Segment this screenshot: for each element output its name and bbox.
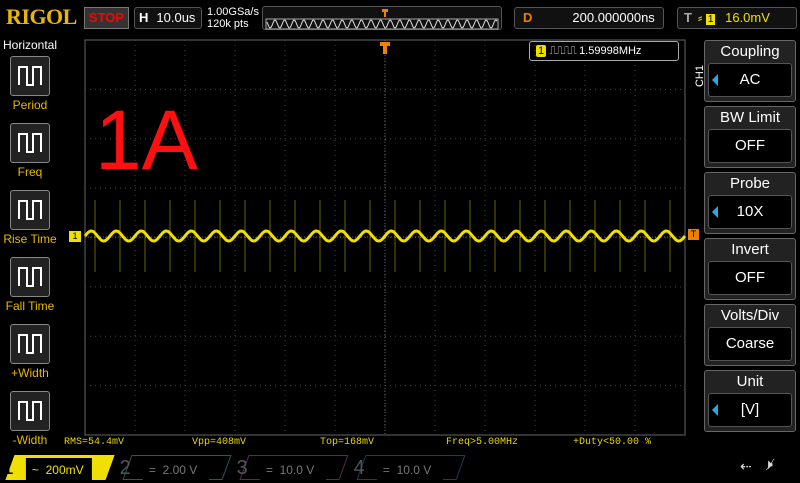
channel-scale: 10.0 V	[279, 463, 315, 477]
usb-icon: ⇠	[740, 458, 752, 474]
trigger-level-marker[interactable]: T	[688, 229, 699, 240]
channel-scale: 2.00 V	[162, 463, 198, 477]
mute-icon[interactable]: 🕨̸	[764, 456, 773, 473]
trigger-position-marker	[380, 42, 390, 54]
coupling-icon: =	[265, 463, 273, 477]
channel-scale-box: ~ 200mV	[25, 458, 92, 483]
waveform-display	[83, 39, 687, 436]
channel-3-button[interactable]: 3 = 10.0 V	[236, 455, 349, 483]
channel-number: 4	[353, 457, 365, 479]
measurement-duty: +Duty<50.00 %	[573, 437, 652, 448]
channel-4-button[interactable]: 4 = 10.0 V	[353, 455, 466, 483]
channel-number: 3	[236, 457, 248, 479]
channel-scale: 10.0 V	[396, 463, 432, 477]
square-wave-icon: ⎍⎍⎍⎍	[549, 45, 577, 57]
channel-scale-box: = 10.0 V	[376, 458, 443, 483]
channel-2-button[interactable]: 2 = 2.00 V	[119, 455, 232, 483]
counter-channel: 1	[536, 45, 547, 57]
measurement-rms: RMS=54.4mV	[64, 437, 125, 448]
measurement-freq: Freq>5.00MHz	[446, 437, 519, 448]
coupling-icon: =	[148, 463, 156, 477]
annotation-text: 1A	[95, 93, 198, 187]
channel-scale-box: = 10.0 V	[259, 458, 326, 483]
channel-1-button[interactable]: 1 ~ 200mV	[2, 455, 115, 483]
channel-scale: 200mV	[45, 463, 84, 477]
measurement-top: Top=168mV	[320, 437, 375, 448]
frequency-counter: 1 ⎍⎍⎍⎍ 1.59998MHz	[529, 41, 679, 61]
measurement-vpp: Vpp=408mV	[192, 437, 247, 448]
channel-scale-box: = 2.00 V	[142, 458, 209, 483]
channel-number: 2	[119, 457, 131, 479]
ch1-offset-marker[interactable]: 1	[69, 231, 81, 242]
channel-number: 1	[2, 457, 14, 479]
counter-value: 1.59998MHz	[579, 45, 642, 57]
coupling-icon: ~	[31, 463, 39, 477]
coupling-icon: =	[382, 463, 390, 477]
